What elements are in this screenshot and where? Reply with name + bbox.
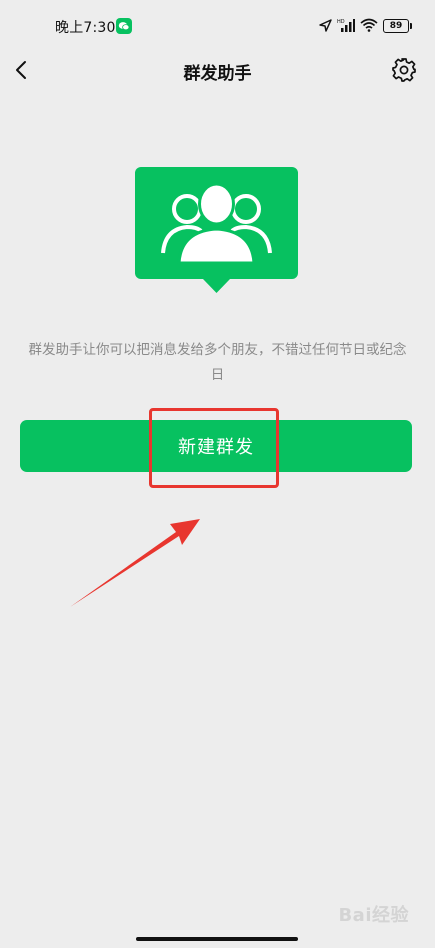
gear-icon[interactable]: [391, 57, 417, 83]
location-arrow-icon: [319, 17, 332, 36]
home-indicator: [136, 937, 298, 941]
svg-text:HD: HD: [337, 19, 345, 25]
annotation-arrow-icon: [70, 519, 200, 607]
wifi-icon: [360, 17, 378, 36]
wechat-notification-icon: [116, 18, 132, 34]
signal-icon: HD: [337, 17, 355, 36]
description-text: 群发助手让你可以把消息发给多个朋友，不错过任何节日或纪念日: [28, 342, 407, 383]
status-bar: 晚上7:30 HD 89: [0, 0, 435, 48]
new-broadcast-button[interactable]: 新建群发: [20, 420, 412, 472]
watermark: Bai经验: [338, 905, 409, 926]
group-users-icon: [135, 167, 298, 293]
status-icons: HD 89: [319, 15, 412, 37]
status-time: 晚上7:30: [55, 20, 116, 36]
page-title: 群发助手: [183, 64, 252, 84]
nav-bar: 群发助手: [0, 48, 435, 92]
battery-indicator: 89: [383, 19, 412, 33]
